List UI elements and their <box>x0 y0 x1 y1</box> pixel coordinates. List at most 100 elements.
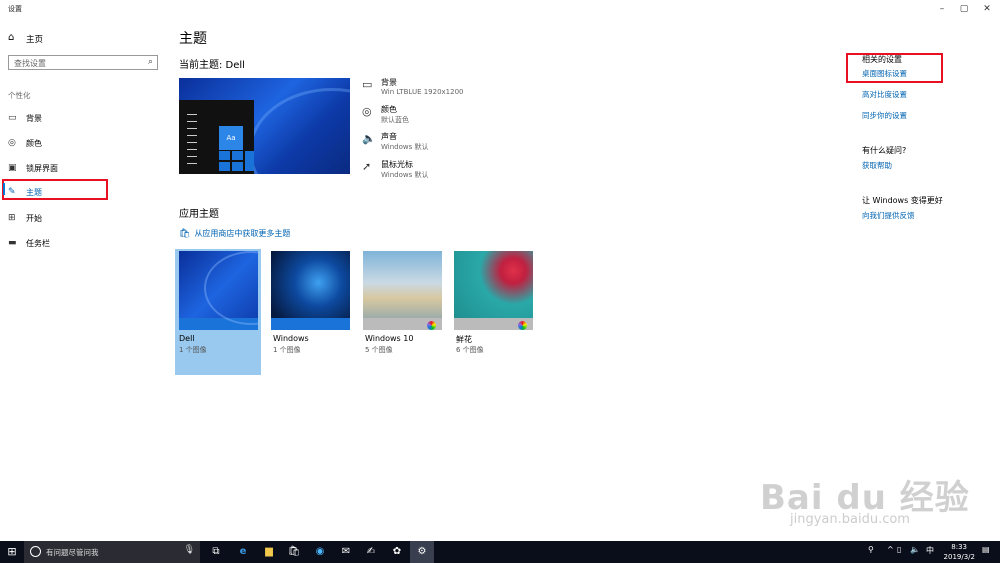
theme-image-count: 1 个图像 <box>179 346 207 354</box>
property-name: 声音 <box>381 132 397 141</box>
network-icon[interactable]: ▯ <box>897 545 901 554</box>
property-sound[interactable]: 🔈 声音 Windows 默认 <box>362 131 482 155</box>
theme-card-windows-10[interactable]: Windows 10 5 个图像 <box>361 249 447 375</box>
theme-name: Windows <box>273 334 309 343</box>
start-button-icon[interactable]: ⊞ <box>0 541 24 563</box>
clock-date[interactable]: 2019/3/2 <box>944 553 975 561</box>
property-name: 颜色 <box>381 105 397 114</box>
color-palette-icon <box>518 321 527 330</box>
property-name: 背景 <box>381 78 397 87</box>
menu-lines <box>187 114 197 164</box>
search-settings-input[interactable]: 查找设置 ⌕ <box>8 55 158 70</box>
preview-tile <box>232 162 243 171</box>
current-theme-label: 当前主题: Dell <box>179 60 245 71</box>
related-settings-heading: 相关的设置 <box>862 55 902 64</box>
notepad-icon[interactable]: ✍ <box>359 541 383 563</box>
palette-icon: ◎ <box>8 138 16 148</box>
feedback-link[interactable]: 向我们提供反馈 <box>862 210 915 221</box>
sidebar-item-label: 任务栏 <box>26 239 50 248</box>
mail-icon[interactable]: ✉ <box>334 541 358 563</box>
start-icon: ⊞ <box>8 213 16 223</box>
page-title: 主题 <box>179 31 207 47</box>
active-indicator <box>3 183 5 195</box>
sidebar-item-start[interactable]: ⊞ 开始 <box>8 211 158 227</box>
theme-card-flowers[interactable]: 鲜花 6 个图像 <box>452 249 538 375</box>
edge-icon[interactable]: e <box>231 541 255 563</box>
property-name: 鼠标光标 <box>381 160 413 169</box>
search-icon: ⌕ <box>147 57 153 67</box>
sidebar-item-label: 背景 <box>26 114 42 123</box>
property-color[interactable]: ◎ 颜色 默认蓝色 <box>362 104 482 128</box>
property-value: Windows 默认 <box>381 171 429 179</box>
theme-thumbnail <box>271 251 350 330</box>
sidebar-item-background[interactable]: ▭ 背景 <box>8 111 158 127</box>
picture-icon: ▭ <box>362 78 373 91</box>
sidebar-item-lock-screen[interactable]: ▣ 锁屏界面 <box>8 161 158 177</box>
property-cursor[interactable]: ➚ 鼠标光标 Windows 默认 <box>362 159 482 183</box>
theme-preview: Aa <box>179 78 350 174</box>
people-icon[interactable]: ⚲ <box>868 545 874 554</box>
browser-icon[interactable]: ◉ <box>308 541 332 563</box>
taskbar: ⊞ 有问题尽管问我 🎙 ⧉ e ▆ 🛍 ◉ ✉ ✍ ✿ ⚙ ⚲ ^ ▯ 🔈 中 … <box>0 541 1000 563</box>
store-link-text: 从应用商店中获取更多主题 <box>194 229 291 238</box>
window-title: 设置 <box>8 5 22 13</box>
help-heading: 有什么疑问? <box>862 146 907 155</box>
close-button[interactable]: ✕ <box>974 0 1000 18</box>
cortana-icon <box>30 546 41 557</box>
section-label: 个性化 <box>8 91 31 100</box>
taskbar-icon: ▬ <box>8 238 17 248</box>
title-bar: 设置 – ▢ ✕ <box>0 0 1000 18</box>
microphone-icon[interactable]: 🎙 <box>184 545 195 555</box>
apply-theme-heading: 应用主题 <box>179 209 219 220</box>
high-contrast-settings-link[interactable]: 高对比度设置 <box>862 89 907 100</box>
theme-image-count: 1 个图像 <box>273 346 301 354</box>
preview-tile <box>219 162 230 171</box>
store-icon[interactable]: 🛍 <box>282 541 306 563</box>
ime-indicator[interactable]: 中 <box>926 545 934 556</box>
sync-settings-link[interactable]: 同步你的设置 <box>862 110 907 121</box>
home-icon: ⌂ <box>8 32 15 43</box>
thumbnail-wave <box>204 251 258 325</box>
notifications-icon[interactable]: ▤ <box>982 545 990 554</box>
taskbar-search[interactable]: 有问题尽管问我 🎙 <box>24 541 200 563</box>
property-background[interactable]: ▭ 背景 Win LTBLUE 1920x1200 <box>362 77 482 101</box>
task-view-icon[interactable]: ⧉ <box>204 541 228 563</box>
theme-name: Dell <box>179 334 195 343</box>
theme-image-count: 5 个图像 <box>365 346 393 354</box>
home-label: 主页 <box>26 35 44 45</box>
app-icon[interactable]: ✿ <box>385 541 409 563</box>
property-value: 默认蓝色 <box>381 116 409 124</box>
settings-gear-icon[interactable]: ⚙ <box>410 541 434 563</box>
thumbnail-taskbar <box>271 318 350 330</box>
sidebar-item-themes[interactable]: ✎ 主题 <box>8 185 158 201</box>
sidebar-item-label: 锁屏界面 <box>26 164 58 173</box>
property-value: Win LTBLUE 1920x1200 <box>381 88 464 96</box>
desktop-icon-settings-link[interactable]: 桌面图标设置 <box>862 68 907 79</box>
theme-thumbnail <box>179 251 258 330</box>
sidebar-item-label: 颜色 <box>26 139 42 148</box>
theme-card-dell[interactable]: Dell 1 个图像 <box>175 249 261 375</box>
search-placeholder: 查找设置 <box>14 59 46 68</box>
picture-icon: ▭ <box>8 113 17 123</box>
speaker-icon: 🔈 <box>362 132 376 145</box>
file-explorer-icon[interactable]: ▆ <box>257 541 281 563</box>
get-more-themes-link[interactable]: 🛍 从应用商店中获取更多主题 <box>179 228 290 239</box>
preview-tile <box>232 151 243 160</box>
sidebar-item-colors[interactable]: ◎ 颜色 <box>8 136 158 152</box>
theme-card-windows[interactable]: Windows 1 个图像 <box>269 249 355 375</box>
wallpaper-wave <box>249 88 350 174</box>
volume-icon[interactable]: 🔈 <box>910 545 920 554</box>
clock-time[interactable]: 8:33 <box>951 543 967 551</box>
preview-tile <box>245 151 254 171</box>
lock-screen-icon: ▣ <box>8 163 17 173</box>
sidebar-item-taskbar[interactable]: ▬ 任务栏 <box>8 236 158 252</box>
preview-tile <box>219 151 230 160</box>
watermark-url: jingyan.baidu.com <box>790 512 910 527</box>
theme-name: Windows 10 <box>365 334 414 343</box>
preview-sample-tile: Aa <box>219 126 243 150</box>
theme-image-count: 6 个图像 <box>456 346 484 354</box>
sidebar-home[interactable]: ⌂ 主页 <box>8 31 158 47</box>
get-help-link[interactable]: 获取帮助 <box>862 160 892 171</box>
chevron-up-icon[interactable]: ^ <box>887 545 894 554</box>
sidebar-item-label: 开始 <box>26 214 42 223</box>
